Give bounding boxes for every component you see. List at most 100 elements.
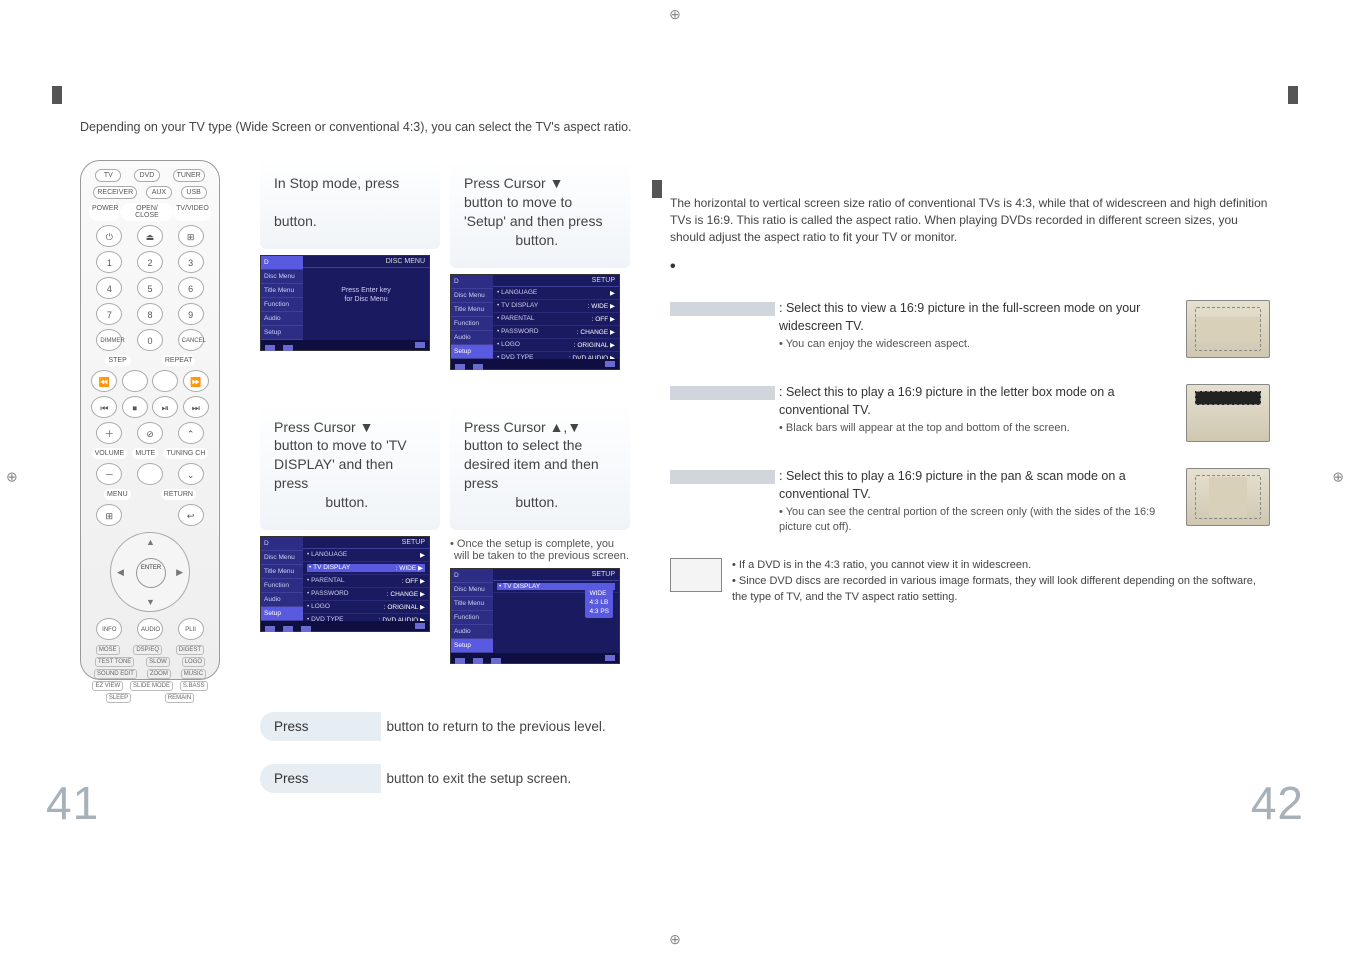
remote-digit-2[interactable]: 2 (137, 251, 163, 273)
option-label-bar (670, 302, 775, 316)
remote-digit-3[interactable]: 3 (178, 251, 204, 273)
action-exit-rest: button to exit the setup screen. (381, 771, 572, 786)
remote-btn-receiver[interactable]: RECEIVER (93, 186, 137, 199)
remote-btn-dimmer[interactable]: DIMMER (96, 329, 122, 351)
remote-btn-next[interactable]: ⏭ (183, 396, 209, 418)
remote-label-power: POWER (89, 203, 121, 221)
action-return: Press button to return to the previous l… (260, 712, 680, 741)
cursor-left-icon[interactable]: ◀ (117, 567, 124, 578)
thumb-panscan-icon (1186, 468, 1270, 526)
remote-btn-tuneup[interactable]: ⌃ (178, 422, 204, 444)
remote-btn-tuner[interactable]: TUNER (173, 169, 205, 182)
remote-label-volume: VOLUME (92, 448, 128, 459)
remote-btn-usb[interactable]: USB (181, 186, 207, 199)
remote-btn-mute[interactable]: ⊘ (137, 422, 163, 444)
remote-btn-play[interactable]: ⏯ (152, 396, 178, 418)
option-lb-sub: • Black bars will appear at the top and … (779, 421, 1178, 436)
remote-btn-pl2[interactable]: PLII (178, 618, 204, 640)
option-ps-text: : Select this to play a 16:9 picture in … (779, 469, 1126, 501)
option-label-bar (670, 470, 775, 484)
tab-stripe-left (52, 86, 62, 104)
remote-btn-enter[interactable]: ENTER (136, 558, 166, 588)
osd-step4: D Disc MenuTitle Menu FunctionAudioSetup… (450, 568, 620, 664)
cursor-up-icon[interactable]: ▲ (146, 537, 155, 547)
remote-btn-voldn[interactable]: － (96, 463, 122, 485)
remote-label-open: OPEN/ CLOSE (121, 203, 173, 221)
remote-label-mute: MUTE (132, 448, 158, 459)
remote-label-repeat: REPEAT (162, 355, 196, 366)
option-label-bar (670, 386, 775, 400)
cursor-down-icon[interactable]: ▼ (146, 597, 155, 607)
step1-text: In Stop mode, press MENU button. (260, 160, 440, 249)
remote-btn-volup[interactable]: ＋ (96, 422, 122, 444)
osd-step1: D Disc MenuTitle Menu FunctionAudioSetup… (260, 255, 430, 351)
page-number-left: 41 (46, 780, 99, 826)
cursor-down-icon: ▼ (550, 174, 564, 193)
remote-label-step: STEP (105, 355, 131, 366)
remote-label-tuning: TUNING CH (163, 448, 208, 459)
bullet-dot: • (670, 258, 676, 276)
note-block: • If a DVD is in the 4:3 ratio, you cann… (670, 558, 1270, 606)
option-letterbox: : Select this to play a 16:9 picture in … (670, 384, 1270, 442)
remote-digit-8[interactable]: 8 (137, 303, 163, 325)
remote-btn-return[interactable]: ↩ (178, 504, 204, 526)
remote-btn-power[interactable]: ⏻ (96, 225, 122, 247)
aspect-intro: The horizontal to vertical screen size r… (670, 195, 1270, 245)
remote-digit-0[interactable]: 0 (137, 329, 163, 351)
option-ps-sub: • You can see the central portion of the… (779, 505, 1178, 536)
remote-digit-1[interactable]: 1 (96, 251, 122, 273)
remote-digit-5[interactable]: 5 (137, 277, 163, 299)
step2-text: Press Cursor ▼ button to move to 'Setup'… (450, 160, 630, 268)
remote-digit-6[interactable]: 6 (178, 277, 204, 299)
tab-stripe-right (1288, 86, 1298, 104)
remote-btn-audio[interactable]: AUDIO (137, 618, 163, 640)
remote-btn-tv[interactable]: TV (95, 169, 121, 182)
note-icon (670, 558, 722, 592)
thumb-wide-icon (1186, 300, 1270, 358)
remote-digit-9[interactable]: 9 (178, 303, 204, 325)
remote-btn-blank[interactable] (137, 463, 163, 485)
step3-text: Press Cursor ▼ button to move to 'TV DIS… (260, 404, 440, 530)
remote-btn-tvvideo[interactable]: ⊞ (178, 225, 204, 247)
remote-btn-aux[interactable]: AUX (146, 186, 172, 199)
action-exit: Press button to exit the setup screen. (260, 764, 680, 793)
remote-digit-7[interactable]: 7 (96, 303, 122, 325)
remote-btn-step[interactable] (122, 370, 148, 392)
thumb-letterbox-icon (1186, 384, 1270, 442)
remote-btn-open[interactable]: ⏏ (137, 225, 163, 247)
osd-step2: D Disc MenuTitle Menu FunctionAudioSetup… (450, 274, 620, 370)
remote-dpad[interactable]: ▲ ▼ ◀ ▶ ENTER (110, 532, 190, 612)
remote-btn-stop[interactable]: ⏹ (122, 396, 148, 418)
option-wide: : Select this to view a 16:9 picture in … (670, 300, 1270, 358)
remote-btn-rew[interactable]: ⏪ (91, 370, 117, 392)
cursor-right-icon[interactable]: ▶ (176, 567, 183, 578)
remote-btn-dvd[interactable]: DVD (134, 169, 160, 182)
note-line1: • If a DVD is in the 4:3 ratio, you cann… (732, 558, 1270, 574)
note-line2: • Since DVD discs are recorded in variou… (732, 574, 1270, 606)
option-wide-sub: • You can enjoy the widescreen aspect. (779, 337, 1178, 352)
reg-mark-bottom: ⊕ (669, 931, 681, 948)
action-return-rest: button to return to the previous level. (381, 719, 606, 734)
remote-label-grid: MOSEDSP/EQDIGESTTEST TONE SLOWLOGOSOUND … (89, 644, 211, 704)
remote-btn-prev[interactable]: ⏮ (91, 396, 117, 418)
intro-text: Depending on your TV type (Wide Screen o… (80, 120, 632, 134)
cursor-updown-icon: ▲,▼ (550, 419, 582, 435)
option-wide-text: : Select this to view a 16:9 picture in … (779, 301, 1140, 333)
remote-btn-ff[interactable]: ⏩ (183, 370, 209, 392)
press-label: Press (274, 771, 309, 786)
tab-stripe-mid (652, 180, 662, 198)
remote-control: TV DVD TUNER RECEIVER AUX USB POWER OPEN… (80, 160, 220, 680)
reg-mark-right: ⊕ (1332, 469, 1344, 486)
step4-text: Press Cursor ▲,▼ button to select the de… (450, 404, 630, 530)
remote-btn-cancel[interactable]: CANCEL (178, 329, 204, 351)
cursor-down-icon: ▼ (360, 419, 374, 435)
steps-area: In Stop mode, press MENU button. D Disc … (260, 160, 640, 680)
remote-btn-tunedn[interactable]: ⌄ (178, 463, 204, 485)
remote-label-tvvideo: TV/VIDEO (173, 203, 211, 221)
remote-digit-4[interactable]: 4 (96, 277, 122, 299)
remote-btn-info[interactable]: INFO (96, 618, 122, 640)
reg-mark-top: ⊕ (669, 6, 681, 23)
remote-label-return: RETURN (161, 489, 196, 500)
remote-btn-menu[interactable]: ⊞ (96, 504, 122, 526)
remote-btn-repeat[interactable] (152, 370, 178, 392)
